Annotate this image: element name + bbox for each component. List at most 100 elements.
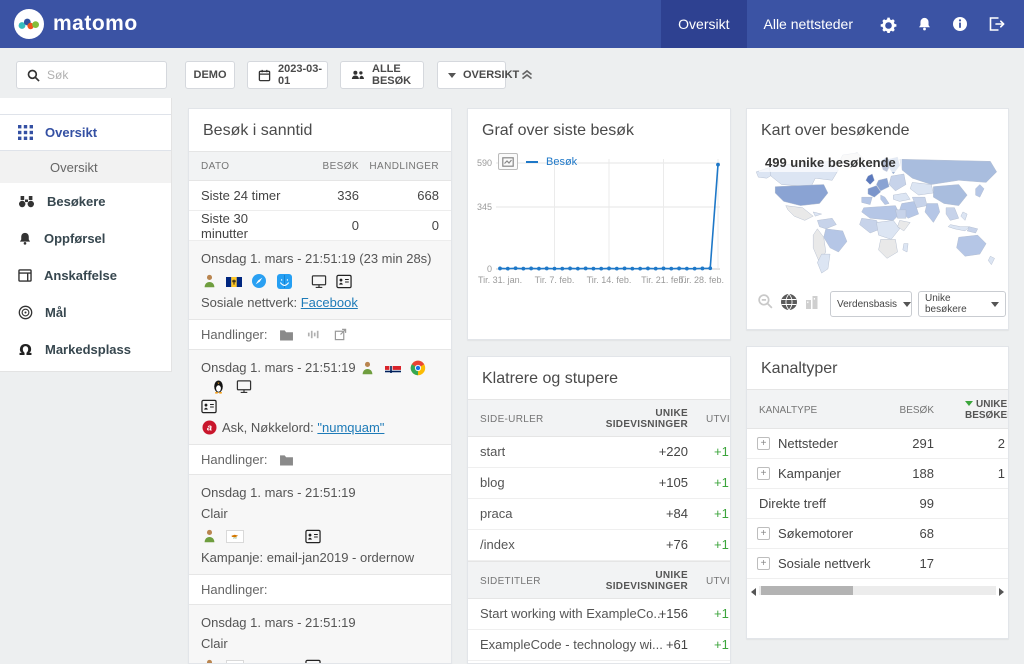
- chevron-down-icon: [991, 302, 999, 307]
- sidebar-label: Oversikt: [45, 125, 97, 140]
- device-desktop-icon: [311, 273, 327, 289]
- table-row[interactable]: /index +76 +1: [468, 530, 730, 561]
- media-audio-icon[interactable]: [306, 327, 322, 343]
- visitor-person-icon[interactable]: [201, 658, 217, 664]
- nav-tab-alle-nettsteder[interactable]: Alle nettsteder: [747, 0, 871, 48]
- export-image-icon[interactable]: [498, 153, 518, 170]
- sidebar-item-mal[interactable]: Mål: [0, 294, 171, 331]
- binoculars-icon: [18, 195, 35, 208]
- flag-norway-icon: [385, 362, 401, 373]
- visit-date: Onsdag 1. mars - 21:51:19: [201, 612, 439, 633]
- calendar-icon: [258, 69, 271, 82]
- segment-selector-button[interactable]: ALLE BESØK: [340, 61, 424, 89]
- cities-icon[interactable]: [804, 294, 820, 315]
- sidebar-label: Besøkere: [47, 194, 106, 209]
- panel-title: Kanaltyper: [747, 347, 1008, 389]
- globe-icon[interactable]: [780, 293, 798, 316]
- table-row[interactable]: praca +84 +1: [468, 499, 730, 530]
- visit-referrer: a Ask, Nøkkelord: "numquam": [201, 417, 439, 438]
- visit-actions-row: Handlinger:: [189, 445, 451, 475]
- bell-icon: [18, 231, 32, 246]
- visit-icons: [201, 269, 439, 292]
- nav-tab-oversikt[interactable]: Oversikt: [661, 0, 746, 48]
- referrer-ask-icon: a: [201, 420, 217, 436]
- scrollbar-thumb[interactable]: [761, 586, 853, 595]
- visit-entry: Onsdag 1. mars - 21:51:19: [189, 350, 451, 445]
- table-row[interactable]: start +220 +1: [468, 437, 730, 468]
- sidebar-subitem-oversikt[interactable]: Oversikt: [0, 151, 171, 183]
- expand-plus-icon[interactable]: +: [757, 527, 770, 540]
- chevron-down-icon: [903, 302, 911, 307]
- chart-legend[interactable]: Besøk: [498, 153, 577, 170]
- scroll-left-arrow[interactable]: [751, 588, 756, 596]
- channels-table-header: KANALTYPE BESØK UNIKEBESØKENDE: [747, 389, 1008, 429]
- date-picker-button[interactable]: 2023-03-01: [247, 61, 328, 89]
- marketplace-omega-icon: Ω: [18, 341, 33, 359]
- summary-row-24h: Siste 24 timer 336 668: [189, 181, 451, 211]
- sidebar-item-oversikt[interactable]: Oversikt: [0, 114, 171, 151]
- settings-gear-icon[interactable]: [870, 0, 906, 48]
- scroll-right-arrow[interactable]: [999, 588, 1004, 596]
- search-input[interactable]: [47, 68, 157, 82]
- visitor-profile-card-icon[interactable]: [305, 658, 321, 664]
- table-row[interactable]: blog +105 +1: [468, 468, 730, 499]
- visit-campaign: Kampanje: email-jan2019 - ordernow: [201, 547, 439, 568]
- sidebar-item-anskaffelse[interactable]: Anskaffelse: [0, 257, 171, 294]
- view-selector-button[interactable]: OVERSIKT: [437, 61, 506, 89]
- pageview-folder-icon[interactable]: [279, 452, 295, 468]
- referrer-link[interactable]: Facebook: [301, 292, 358, 313]
- expand-plus-icon[interactable]: +: [757, 557, 770, 570]
- realtime-visits-panel: Besøk i sanntid DATO BESØK HANDLINGER Si…: [188, 108, 452, 664]
- channel-row: Direkte treff 99: [747, 489, 1008, 519]
- sidebar-item-besokere[interactable]: Besøkere: [0, 183, 171, 220]
- site-selector-button[interactable]: DEMO: [185, 61, 235, 89]
- visit-icons: [201, 524, 439, 547]
- matomo-logo[interactable]: matomo: [0, 9, 138, 39]
- channel-row: + Nettsteder 291 2: [747, 429, 1008, 459]
- segment-value: ALLE BESØK: [372, 63, 423, 87]
- sign-out-icon[interactable]: [978, 0, 1014, 48]
- pageview-folder-icon[interactable]: [279, 327, 295, 343]
- keyword-link[interactable]: "numquam": [317, 417, 384, 438]
- matomo-dashboard: matomo Oversikt Alle nettsteder: [0, 0, 1024, 664]
- col-besok: BESØK: [297, 161, 359, 172]
- panel-title: Besøk i sanntid: [189, 109, 451, 151]
- sidebar: Oversikt Oversikt Besøkere Oppførsel Ans…: [0, 98, 172, 372]
- collapse-chevrons-icon[interactable]: [521, 67, 533, 85]
- visitor-profile-card-icon[interactable]: [201, 398, 217, 414]
- table-row[interactable]: Start working with ExampleCo... +156 +1: [468, 599, 730, 630]
- visitor-profile-card-icon[interactable]: [305, 528, 321, 544]
- expand-plus-icon[interactable]: +: [757, 467, 770, 480]
- map-metric-select[interactable]: Unike besøkere: [918, 291, 1006, 317]
- visit-entry: Onsdag 1. mars - 21:51:19 Clair Kampanje…: [189, 475, 451, 575]
- sidebar-item-markedsplass[interactable]: Ω Markedsplass: [0, 331, 171, 368]
- visitor-person-icon[interactable]: [360, 360, 376, 376]
- visitor-profile-card-icon[interactable]: [336, 273, 352, 289]
- notifications-bell-icon[interactable]: [906, 0, 942, 48]
- map-region-select[interactable]: Verdensbasis: [830, 291, 912, 317]
- visit-actions-row: Handlinger:: [189, 575, 451, 605]
- segment-users-icon: [351, 69, 365, 81]
- visitor-person-icon[interactable]: [201, 528, 217, 544]
- svg-text:Tir. 31. jan.: Tir. 31. jan.: [478, 275, 522, 285]
- horizontal-scrollbar: [751, 585, 1004, 597]
- table-row[interactable]: ExampleCode - technology wi... +61 +1: [468, 630, 730, 661]
- info-icon[interactable]: [942, 0, 978, 48]
- svg-text:0: 0: [487, 264, 492, 274]
- sort-column-header[interactable]: UNIKEBESØKENDE: [965, 399, 1009, 421]
- last-visits-graph-panel: Graf over siste besøk 0345590Tir. 31. ja…: [467, 108, 731, 340]
- navbar-right: Oversikt Alle nettsteder: [661, 0, 1024, 48]
- search-icon: [27, 69, 40, 82]
- expand-plus-icon[interactable]: +: [757, 437, 770, 450]
- col-handlinger: HANDLINGER: [359, 161, 439, 172]
- visits-line-chart: 0345590Tir. 31. jan.Tir. 7. feb.Tir. 14.…: [474, 151, 726, 308]
- browser-safari-icon: [251, 273, 267, 289]
- zoom-out-icon[interactable]: [757, 293, 774, 315]
- visitor-person-icon[interactable]: [201, 273, 217, 289]
- sidebar-item-oppforsel[interactable]: Oppførsel: [0, 220, 171, 257]
- climbers-panel: Klatrere og stupere SIDE-URLER UNIKE SID…: [467, 356, 731, 664]
- flag-barbados-icon: [226, 276, 242, 287]
- browser-window-icon: [18, 269, 32, 282]
- brand-name: matomo: [53, 12, 138, 36]
- outlink-icon[interactable]: [333, 327, 349, 343]
